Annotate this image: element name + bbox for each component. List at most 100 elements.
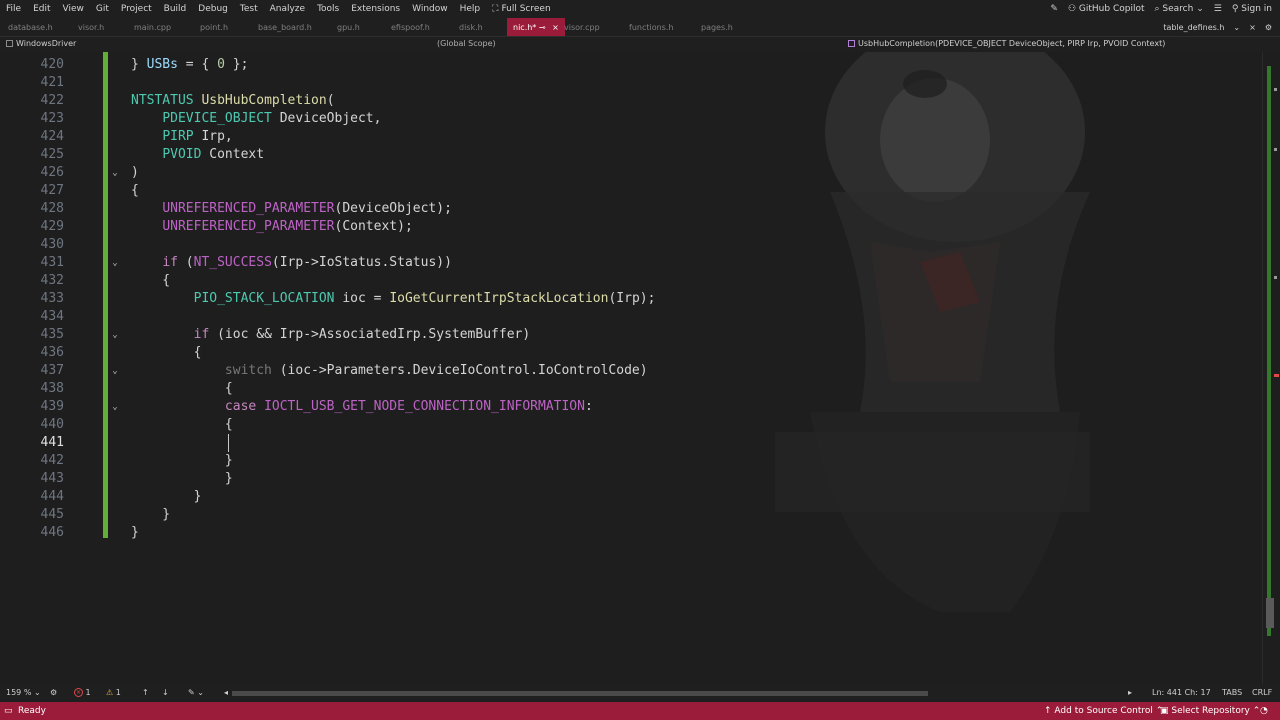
code-line-435[interactable]: 435 ⌄ if (ioc && Irp->AssociatedIrp.Syst…: [0, 326, 1262, 344]
error-count-button[interactable]: × 1: [74, 688, 91, 697]
code-line-432[interactable]: 432 {: [0, 272, 1262, 290]
menu-project[interactable]: Project: [115, 4, 158, 14]
next-issue-icon[interactable]: ↓: [162, 688, 169, 697]
scrollbar-error-marker[interactable]: [1274, 374, 1279, 377]
search-label: Search: [1162, 4, 1194, 14]
tab-gpu-h[interactable]: gpu.h: [337, 18, 360, 36]
line-ending[interactable]: CRLF: [1252, 688, 1272, 697]
settings-button[interactable]: ☰: [1214, 4, 1222, 14]
code-line-442[interactable]: 442 }: [0, 452, 1262, 470]
menu-build[interactable]: Build: [158, 4, 193, 14]
sign-in-button[interactable]: ⚲ Sign in: [1232, 4, 1272, 14]
project-dropdown[interactable]: WindowsDriver: [6, 39, 76, 48]
menu-window[interactable]: Window: [406, 4, 454, 14]
tab-efispoof-h[interactable]: efispoof.h: [391, 18, 430, 36]
line-number: 423: [40, 111, 64, 126]
code-line-444[interactable]: 444 }: [0, 488, 1262, 506]
full-screen-button[interactable]: ⛶ Full Screen: [486, 4, 557, 14]
indent-mode[interactable]: TABS: [1222, 688, 1242, 697]
tab-database-h[interactable]: database.h: [8, 18, 53, 36]
copilot-button[interactable]: ⚇ GitHub Copilot: [1068, 4, 1145, 14]
tab-disk-h[interactable]: disk.h: [459, 18, 483, 36]
brush-icon[interactable]: ✎ ⌄: [188, 688, 204, 697]
feedback-icon[interactable]: ✎: [1050, 4, 1058, 14]
fold-chevron-icon[interactable]: ⌄: [110, 330, 120, 340]
tab-point-h[interactable]: point.h: [200, 18, 228, 36]
scope-dropdown[interactable]: (Global Scope): [437, 39, 496, 48]
health-icon[interactable]: ⚙: [50, 688, 57, 697]
scrollbar-thumb[interactable]: [1266, 598, 1274, 628]
tab-list-dropdown-icon[interactable]: ⌄: [1233, 23, 1240, 32]
vertical-scrollbar[interactable]: [1262, 52, 1280, 684]
code-line-440[interactable]: 440 {: [0, 416, 1262, 434]
select-repository-label: Select Repository: [1171, 706, 1250, 716]
pin-icon[interactable]: ⊸: [539, 23, 546, 32]
code-line-445[interactable]: 445 }: [0, 506, 1262, 524]
code-line-420[interactable]: 420 } USBs = { 0 };: [0, 56, 1262, 74]
menu-view[interactable]: View: [57, 4, 90, 14]
code-line-443[interactable]: 443 }: [0, 470, 1262, 488]
code-line-437[interactable]: 437 ⌄ switch (ioc->Parameters.DeviceIoCo…: [0, 362, 1262, 380]
fold-chevron-icon[interactable]: ⌄: [110, 402, 120, 412]
tab-pages-h[interactable]: pages.h: [701, 18, 733, 36]
menu-test[interactable]: Test: [234, 4, 264, 14]
fold-chevron-icon[interactable]: ⌄: [110, 258, 120, 268]
code-editor[interactable]: 420 } USBs = { 0 }; 421 422 NTSTATUS Usb…: [0, 52, 1262, 684]
settings-icon[interactable]: ⚙: [1265, 23, 1272, 32]
menu-tools[interactable]: Tools: [311, 4, 345, 14]
code-line-434[interactable]: 434: [0, 308, 1262, 326]
menu-git[interactable]: Git: [90, 4, 115, 14]
zoom-dropdown[interactable]: 159 % ⌄: [6, 688, 41, 697]
menu-help[interactable]: Help: [454, 4, 487, 14]
fold-chevron-icon[interactable]: ⌄: [110, 168, 120, 178]
tab-visor-h[interactable]: visor.h: [78, 18, 104, 36]
line-code: UNREFERENCED_PARAMETER(DeviceObject);: [162, 201, 452, 216]
horizontal-scrollbar[interactable]: [232, 691, 928, 696]
warning-count-button[interactable]: ⚠ 1: [106, 688, 121, 697]
menu-edit[interactable]: Edit: [27, 4, 56, 14]
previous-issue-icon[interactable]: ↑: [142, 688, 149, 697]
scroll-right-icon[interactable]: ▸: [1128, 688, 1132, 697]
code-line-425[interactable]: 425 PVOID Context: [0, 146, 1262, 164]
fold-chevron-icon[interactable]: ⌄: [110, 366, 120, 376]
tab-table-defines-h[interactable]: table_defines.h: [1163, 23, 1224, 32]
select-repository-button[interactable]: ▣ Select Repository ⌃: [1160, 706, 1260, 716]
code-line-427[interactable]: 427 {: [0, 182, 1262, 200]
code-line-438[interactable]: 438 {: [0, 380, 1262, 398]
menu-extensions[interactable]: Extensions: [345, 4, 406, 14]
close-window-icon[interactable]: ×: [1249, 23, 1256, 32]
menu-analyze[interactable]: Analyze: [264, 4, 311, 14]
code-line-431[interactable]: 431 ⌄ if (NT_SUCCESS(Irp->IoStatus.Statu…: [0, 254, 1262, 272]
code-line-446[interactable]: 446 }: [0, 524, 1262, 542]
tab-visor-cpp[interactable]: visor.cpp: [564, 18, 600, 36]
code-line-424[interactable]: 424 PIRP Irp,: [0, 128, 1262, 146]
code-line-436[interactable]: 436 {: [0, 344, 1262, 362]
notifications-icon[interactable]: ◔: [1260, 706, 1268, 716]
close-icon[interactable]: ×: [552, 23, 559, 32]
code-line-439[interactable]: 439 ⌄ case IOCTL_USB_GET_NODE_CONNECTION…: [0, 398, 1262, 416]
code-line-426[interactable]: 426 ⌄ ): [0, 164, 1262, 182]
code-line-423[interactable]: 423 PDEVICE_OBJECT DeviceObject,: [0, 110, 1262, 128]
tab-nic-h[interactable]: nic.h* ⊸ ×: [507, 18, 565, 36]
function-dropdown[interactable]: UsbHubCompletion(PDEVICE_OBJECT DeviceOb…: [848, 39, 1165, 48]
code-line-421[interactable]: 421: [0, 74, 1262, 92]
tab-main-cpp[interactable]: main.cpp: [134, 18, 171, 36]
code-line-433[interactable]: 433 PIO_STACK_LOCATION ioc = IoGetCurren…: [0, 290, 1262, 308]
scroll-left-icon[interactable]: ◂: [224, 688, 228, 697]
code-line-429[interactable]: 429 UNREFERENCED_PARAMETER(Context);: [0, 218, 1262, 236]
code-line-441[interactable]: 441: [0, 434, 1262, 452]
code-line-430[interactable]: 430: [0, 236, 1262, 254]
line-number: 429: [40, 219, 64, 234]
line-number: 434: [40, 309, 64, 324]
tab-base-board-h[interactable]: base_board.h: [258, 18, 312, 36]
output-window-icon[interactable]: ▭: [4, 706, 13, 716]
menu-debug[interactable]: Debug: [192, 4, 234, 14]
cursor-position[interactable]: Ln: 441 Ch: 17: [1152, 688, 1211, 697]
search-button[interactable]: ⌕ Search ⌄: [1154, 4, 1203, 14]
add-to-source-control-button[interactable]: ↑ Add to Source Control ⌃: [1044, 706, 1163, 716]
code-line-428[interactable]: 428 UNREFERENCED_PARAMETER(DeviceObject)…: [0, 200, 1262, 218]
menu-file[interactable]: File: [0, 4, 27, 14]
tab-functions-h[interactable]: functions.h: [629, 18, 673, 36]
code-line-422[interactable]: 422 NTSTATUS UsbHubCompletion(: [0, 92, 1262, 110]
repository-icon: ▣: [1160, 706, 1169, 716]
